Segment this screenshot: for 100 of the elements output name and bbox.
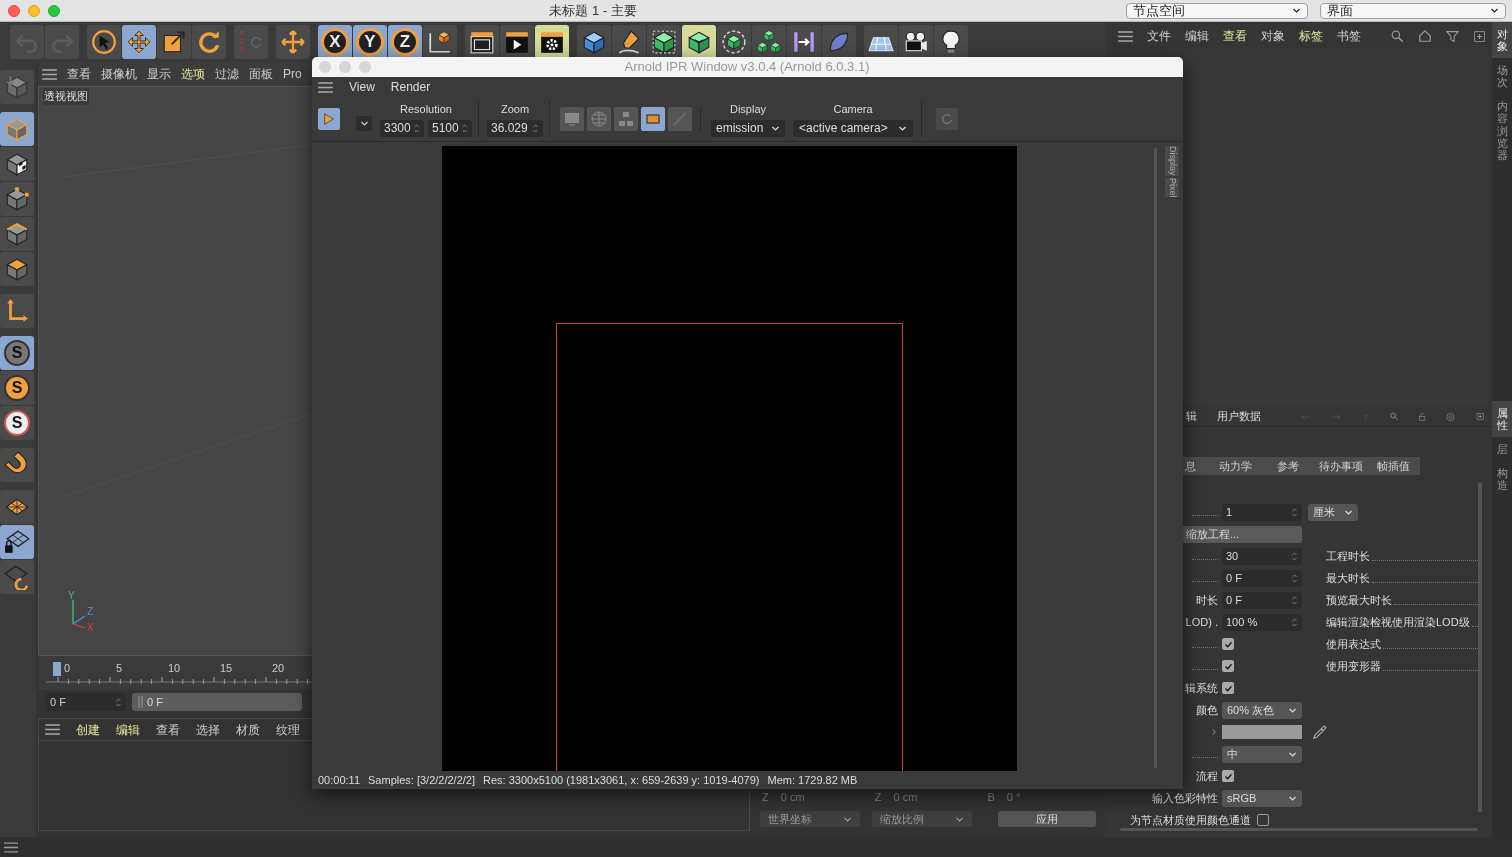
menu-item[interactable]: 材质	[236, 720, 260, 739]
menu-item[interactable]: 纹理	[276, 720, 300, 739]
tool-button[interactable]	[934, 25, 968, 59]
camera-dropdown[interactable]: <active camera>	[793, 119, 913, 137]
dropdown[interactable]: 世界坐标	[760, 811, 860, 827]
tool-button[interactable]	[612, 25, 646, 59]
menu-item[interactable]: 显示	[147, 65, 171, 83]
tool-button[interactable]	[157, 25, 191, 59]
menu-icon[interactable]	[42, 68, 57, 80]
tab[interactable]: 待办事项	[1314, 457, 1368, 475]
side-tab[interactable]: Pixel	[1165, 177, 1179, 198]
tool-button[interactable]: S	[0, 336, 34, 370]
apply-button[interactable]: 应用	[998, 811, 1096, 827]
dropdown[interactable]: 60% 灰色	[1222, 701, 1302, 719]
tool-button[interactable]	[465, 25, 499, 59]
tool-button[interactable]: S	[0, 371, 34, 405]
tool-button[interactable]	[0, 252, 34, 286]
number-field[interactable]: 0 F	[1222, 569, 1302, 587]
tool-button[interactable]	[577, 25, 611, 59]
tool-button[interactable]	[822, 25, 856, 59]
menu-item[interactable]: 过滤	[215, 65, 239, 83]
menu-icon[interactable]	[4, 841, 18, 853]
tool-button[interactable]	[647, 25, 681, 59]
menu-icon[interactable]	[1118, 30, 1133, 42]
dropdown[interactable]: 节点空间	[1126, 2, 1308, 19]
tool-button[interactable]: X	[318, 25, 352, 59]
menu-item[interactable]: Render	[390, 78, 431, 96]
menu-item[interactable]: 选项	[181, 65, 205, 83]
side-tab[interactable]: 构造	[1492, 460, 1512, 497]
unit-dropdown[interactable]: 厘米	[1308, 503, 1358, 521]
tool-button[interactable]	[0, 525, 34, 559]
tool-button[interactable]	[787, 25, 821, 59]
number-field[interactable]: 0 F	[1222, 591, 1302, 609]
checkbox[interactable]	[1222, 682, 1234, 694]
scrollbar[interactable]	[1478, 482, 1482, 812]
tool-button[interactable]	[864, 25, 898, 59]
dropdown[interactable]: sRGB	[1222, 789, 1302, 807]
menu-item[interactable]: 查看	[67, 65, 91, 83]
menu-item[interactable]: Pro	[283, 65, 302, 83]
side-tab[interactable]: 对象	[1492, 22, 1512, 59]
dropdown[interactable]: 中	[1222, 745, 1302, 763]
checkbox[interactable]	[1222, 638, 1234, 650]
tool-button[interactable]	[0, 448, 34, 482]
number-field[interactable]: 3300	[380, 119, 424, 137]
horizontal-scrollbar[interactable]	[1120, 828, 1478, 831]
menu-item[interactable]: View	[349, 78, 375, 96]
tool-button[interactable]	[0, 217, 34, 251]
menu-icon[interactable]	[45, 724, 60, 735]
tool-button[interactable]	[752, 25, 786, 59]
menu-item[interactable]: 编辑	[116, 720, 140, 739]
number-field[interactable]: 5100	[428, 119, 472, 137]
menu-item[interactable]: 查看	[156, 720, 180, 739]
menu-item[interactable]: 选择	[196, 720, 220, 739]
tab[interactable]: 帧插值	[1367, 457, 1420, 475]
tool-button[interactable]	[0, 147, 34, 181]
tab[interactable]: 用户数据	[1217, 408, 1261, 425]
menu-item[interactable]: 标签	[1299, 27, 1323, 45]
frame-field[interactable]: 0 F	[46, 693, 126, 711]
close-button[interactable]	[8, 4, 20, 17]
display-dropdown[interactable]: emission	[711, 119, 785, 137]
color-swatch[interactable]	[1222, 725, 1302, 739]
tool-button[interactable]: S	[0, 406, 34, 440]
menu-item[interactable]: 对象	[1261, 27, 1285, 45]
tool-button[interactable]	[87, 25, 121, 59]
checkbox[interactable]	[1222, 770, 1234, 782]
tool-button[interactable]	[0, 490, 34, 524]
menu-icon[interactable]	[318, 81, 333, 93]
number-field[interactable]: 100 %	[1222, 613, 1302, 631]
number-field[interactable]: 36.029	[487, 119, 543, 137]
number-field[interactable]: 30	[1222, 547, 1302, 565]
view-mode-button[interactable]	[641, 107, 665, 131]
menu-item[interactable]: 编辑	[1185, 27, 1209, 45]
number-field[interactable]: 1	[1222, 503, 1302, 521]
tool-button[interactable]	[717, 25, 751, 59]
tab[interactable]: 动力学	[1209, 457, 1262, 475]
side-tab[interactable]: Display	[1165, 146, 1179, 176]
tool-button[interactable]: Y	[353, 25, 387, 59]
side-tab[interactable]: 属性	[1492, 400, 1512, 437]
tab[interactable]: 参考	[1261, 457, 1315, 475]
side-tab[interactable]: 层	[1492, 436, 1512, 461]
tool-button[interactable]	[500, 25, 534, 59]
frame-range-field[interactable]: 0 F	[132, 693, 302, 711]
menu-item[interactable]: 文件	[1147, 27, 1171, 45]
menu-item[interactable]: 查看	[1223, 27, 1247, 45]
tool-button[interactable]	[423, 25, 457, 59]
tool-button[interactable]	[535, 25, 569, 59]
checkbox[interactable]	[1222, 660, 1234, 672]
menu-item[interactable]: 面板	[249, 65, 273, 83]
tool-button[interactable]	[682, 25, 716, 59]
menu-item[interactable]: 书签	[1337, 27, 1361, 45]
dropdown[interactable]: 界面	[1320, 2, 1506, 19]
checkbox[interactable]	[1257, 814, 1269, 826]
side-tab[interactable]: 内容浏览器	[1492, 94, 1512, 167]
dropdown[interactable]: 缩放比例	[872, 811, 972, 827]
tab[interactable]: 息	[1183, 457, 1209, 475]
scale-project-button[interactable]: 缩放工程...	[1182, 525, 1302, 543]
tab[interactable]: 辑	[1186, 408, 1197, 425]
side-tab[interactable]: 场次	[1492, 58, 1512, 95]
menu-item[interactable]: 摄像机	[101, 65, 137, 83]
menu-item[interactable]: 创建	[76, 720, 100, 739]
